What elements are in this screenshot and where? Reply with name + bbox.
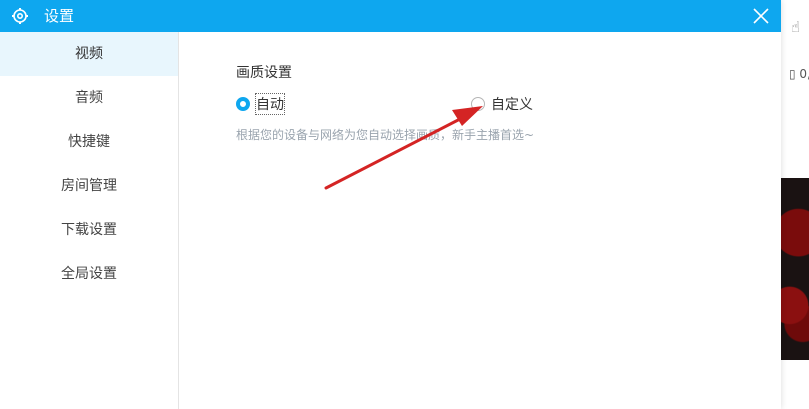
share-icon: ☝ [791,18,801,36]
quality-hint: 根据您的设备与网络为您自动选择画质，新手主播首选~ [236,128,535,142]
radio-unchecked-icon[interactable] [471,97,485,111]
close-icon[interactable] [749,4,773,28]
radio-custom-label: 自定义 [491,97,533,113]
sidebar-item-room-management[interactable]: 房间管理 [0,164,178,208]
dialog-title: 设置 [44,7,75,25]
background-app: ☝ ▯ 0, [780,0,809,409]
radio-checked-icon[interactable] [236,97,250,111]
settings-dialog: 设置 视频 音频 快捷键 房间管理 下载设置 全局设置 画质设置 自动 自定义 … [0,0,781,409]
sidebar-item-download-settings[interactable]: 下载设置 [0,208,178,252]
background-text: ▯ 0, [789,67,809,81]
settings-content: 画质设置 自动 自定义 根据您的设备与网络为您自动选择画质，新手主播首选~ [179,32,780,409]
settings-sidebar: 视频 音频 快捷键 房间管理 下载设置 全局设置 [0,32,179,409]
radio-auto[interactable]: 自动 [236,93,285,115]
gear-icon [12,8,28,24]
radio-custom[interactable]: 自定义 [471,94,533,114]
sidebar-item-global-settings[interactable]: 全局设置 [0,252,178,296]
section-title: 画质设置 [236,65,292,81]
sidebar-item-audio[interactable]: 音频 [0,76,178,120]
sidebar-item-shortcuts[interactable]: 快捷键 [0,120,178,164]
background-value: 0, [799,67,809,81]
background-image [781,178,809,360]
radio-auto-label: 自动 [255,93,285,115]
title-bar: 设置 [0,0,781,32]
sidebar-item-video[interactable]: 视频 [0,32,178,76]
